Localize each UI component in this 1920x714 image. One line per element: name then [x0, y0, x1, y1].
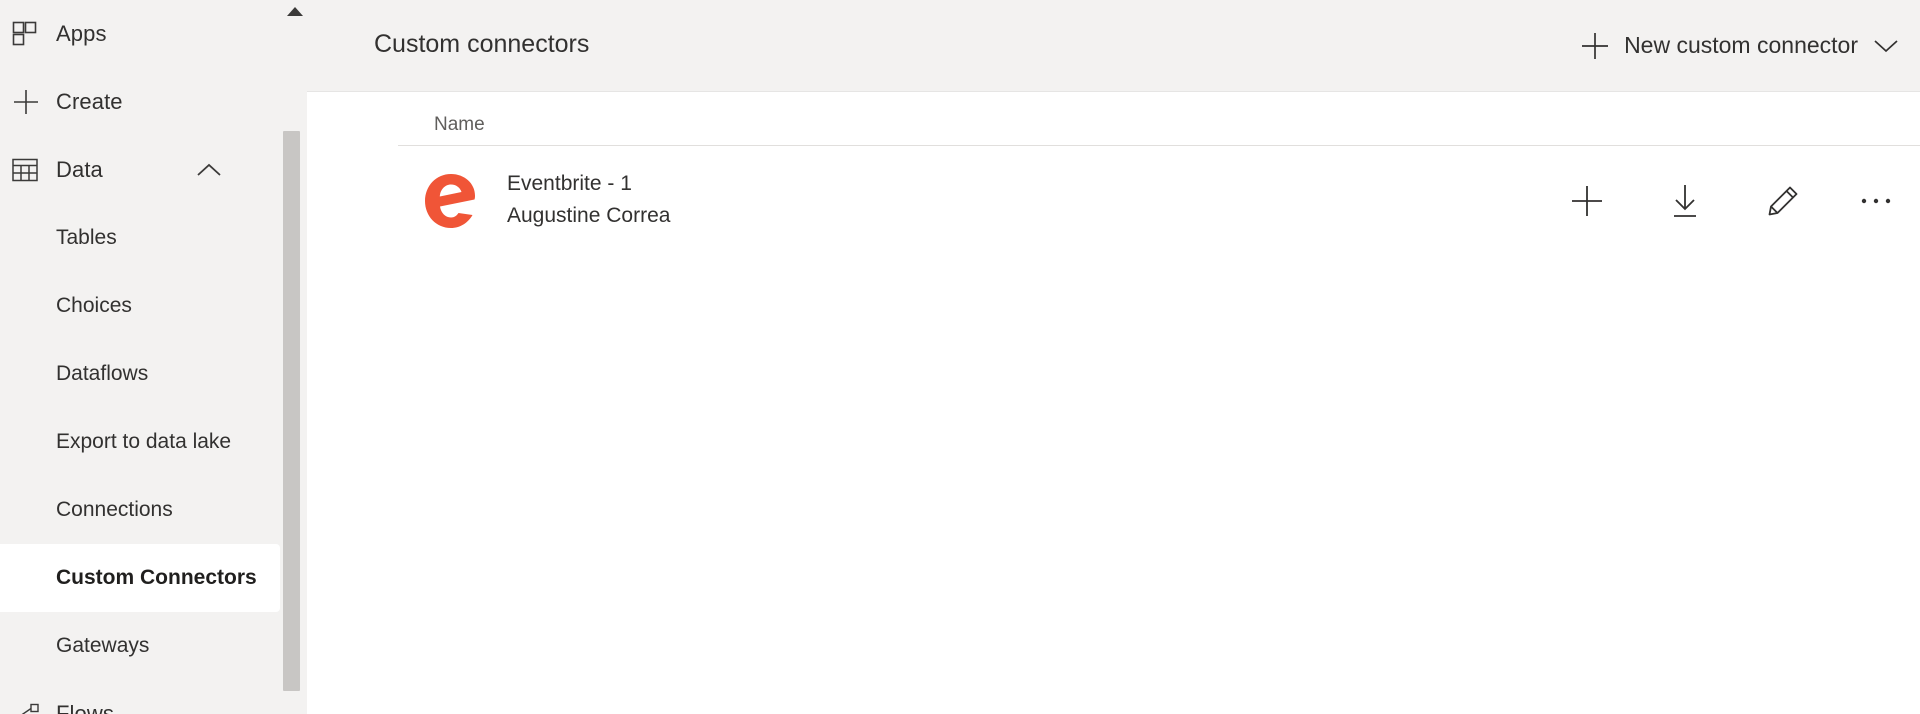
sidebar-item-choices[interactable]: Choices [0, 272, 280, 340]
sidebar-item-create[interactable]: Create [0, 68, 280, 136]
more-commands-button[interactable] [1832, 166, 1920, 236]
flows-icon [12, 703, 56, 714]
column-header-name: Name [434, 114, 485, 136]
sidebar-item-custom-connectors[interactable]: Custom Connectors [0, 544, 280, 612]
sidebar-item-label: Dataflows [56, 362, 148, 386]
plus-icon [1580, 31, 1610, 61]
scroll-up-arrow-icon[interactable] [287, 7, 303, 16]
sidebar-item-label: Apps [56, 21, 107, 47]
eventbrite-logo [420, 170, 482, 232]
create-from-connector-button[interactable] [1538, 166, 1636, 236]
power-apps-maker-portal: Apps Create [0, 0, 1920, 714]
sidebar-item-flows[interactable]: Flows [0, 680, 280, 714]
sidebar-item-label: Choices [56, 294, 132, 318]
sidebar-item-label: Tables [56, 226, 117, 250]
sidebar-group-data[interactable]: Data [0, 136, 280, 204]
table-row[interactable]: Eventbrite - 1 Augustine Correa [307, 154, 1920, 250]
main-content-area: Custom connectors New custom connector [307, 0, 1920, 714]
connector-name: Eventbrite - 1 [507, 168, 670, 200]
new-custom-connector-button[interactable]: New custom connector [1570, 23, 1910, 69]
sidebar-item-connections[interactable]: Connections [0, 476, 280, 544]
table-header-divider [398, 145, 1920, 146]
connector-owner: Augustine Correa [507, 200, 670, 232]
sidebar-item-label: Custom Connectors [56, 566, 257, 590]
page-header: Custom connectors New custom connector [307, 0, 1920, 92]
sidebar-item-gateways[interactable]: Gateways [0, 612, 280, 680]
pencil-icon [1766, 184, 1800, 218]
new-custom-connector-label: New custom connector [1624, 32, 1858, 59]
edit-connector-button[interactable] [1734, 166, 1832, 236]
table-grid-icon [12, 158, 56, 182]
plus-icon [1570, 184, 1604, 218]
nav-list: Apps Create [0, 0, 280, 714]
page-title: Custom connectors [374, 30, 589, 59]
sidebar-scrollbar-thumb[interactable] [283, 131, 300, 691]
connectors-table: Name Eventbrite - 1 Augustine Correa [307, 92, 1920, 714]
sidebar-item-label: Export to data lake [56, 430, 231, 454]
sidebar-item-export-to-data-lake[interactable]: Export to data lake [0, 408, 280, 476]
chevron-down-icon[interactable] [1872, 37, 1900, 55]
row-actions [1538, 166, 1920, 236]
sidebar-item-label: Flows [56, 701, 114, 714]
row-text-block: Eventbrite - 1 Augustine Correa [507, 168, 670, 232]
sidebar-item-label: Connections [56, 498, 173, 522]
sidebar-item-label: Data [56, 157, 103, 183]
plus-icon [12, 88, 56, 116]
sidebar-item-dataflows[interactable]: Dataflows [0, 340, 280, 408]
download-connector-button[interactable] [1636, 166, 1734, 236]
chevron-up-icon[interactable] [196, 162, 222, 178]
sidebar-item-label: Gateways [56, 634, 149, 658]
download-icon [1669, 183, 1701, 219]
sidebar-item-tables[interactable]: Tables [0, 204, 280, 272]
sidebar-item-apps[interactable]: Apps [0, 0, 280, 68]
sidebar-item-label: Create [56, 89, 123, 115]
left-navigation-sidebar: Apps Create [0, 0, 307, 714]
apps-grid-icon [12, 21, 56, 47]
ellipsis-icon [1859, 196, 1893, 206]
